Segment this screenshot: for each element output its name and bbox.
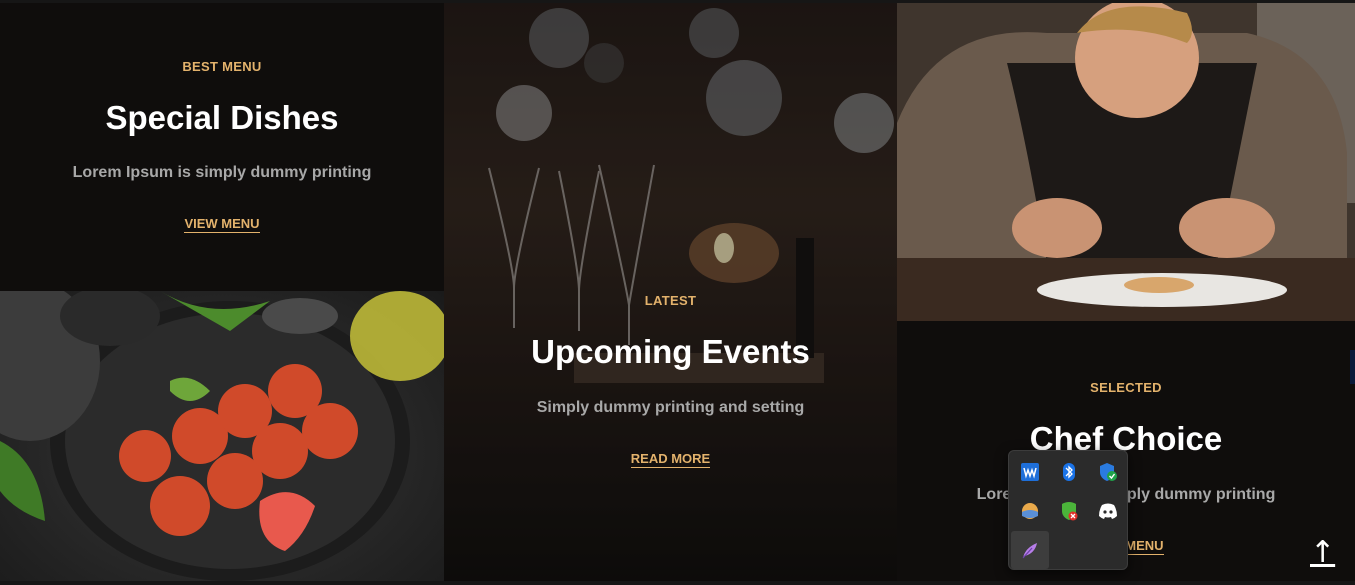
view-menu-link[interactable]: VIEW MENU (184, 216, 260, 233)
chef-illustration (897, 3, 1355, 321)
read-more-link[interactable]: READ MORE (630, 451, 711, 468)
scrollbar-edge (1350, 350, 1355, 384)
weather-icon[interactable] (1011, 492, 1049, 530)
events-title: Upcoming Events (531, 333, 810, 370)
special-dishes-panel: BEST MENU Special Dishes Lorem Ipsum is … (0, 3, 444, 291)
chef-photo (897, 3, 1355, 321)
system-tray-popup (1008, 450, 1128, 570)
bluetooth-icon[interactable] (1050, 453, 1088, 491)
special-dishes-title: Special Dishes (105, 99, 339, 136)
discord-icon[interactable] (1089, 492, 1127, 530)
events-eyebrow: LATEST (644, 293, 697, 308)
sushi-photo (0, 291, 444, 581)
waves-icon[interactable] (1011, 453, 1049, 491)
special-dishes-eyebrow: BEST MENU (182, 59, 262, 74)
restaurant-photo (444, 3, 897, 581)
shield-check-icon[interactable] (1089, 453, 1127, 491)
chef-eyebrow: SELECTED (1090, 380, 1162, 395)
scroll-to-top-button[interactable]: ↑ (1310, 535, 1335, 570)
upcoming-events-column: LATEST Upcoming Events Simply dummy prin… (444, 3, 897, 581)
sushi-illustration (0, 291, 444, 581)
special-dishes-column: BEST MENU Special Dishes Lorem Ipsum is … (0, 3, 444, 581)
feature-grid: BEST MENU Special Dishes Lorem Ipsum is … (0, 3, 1355, 581)
security-alert-icon[interactable] (1050, 492, 1088, 530)
feather-icon[interactable] (1011, 531, 1049, 569)
special-dishes-description: Lorem Ipsum is simply dummy printing (72, 164, 372, 181)
events-description: Simply dummy printing and setting (536, 399, 805, 416)
